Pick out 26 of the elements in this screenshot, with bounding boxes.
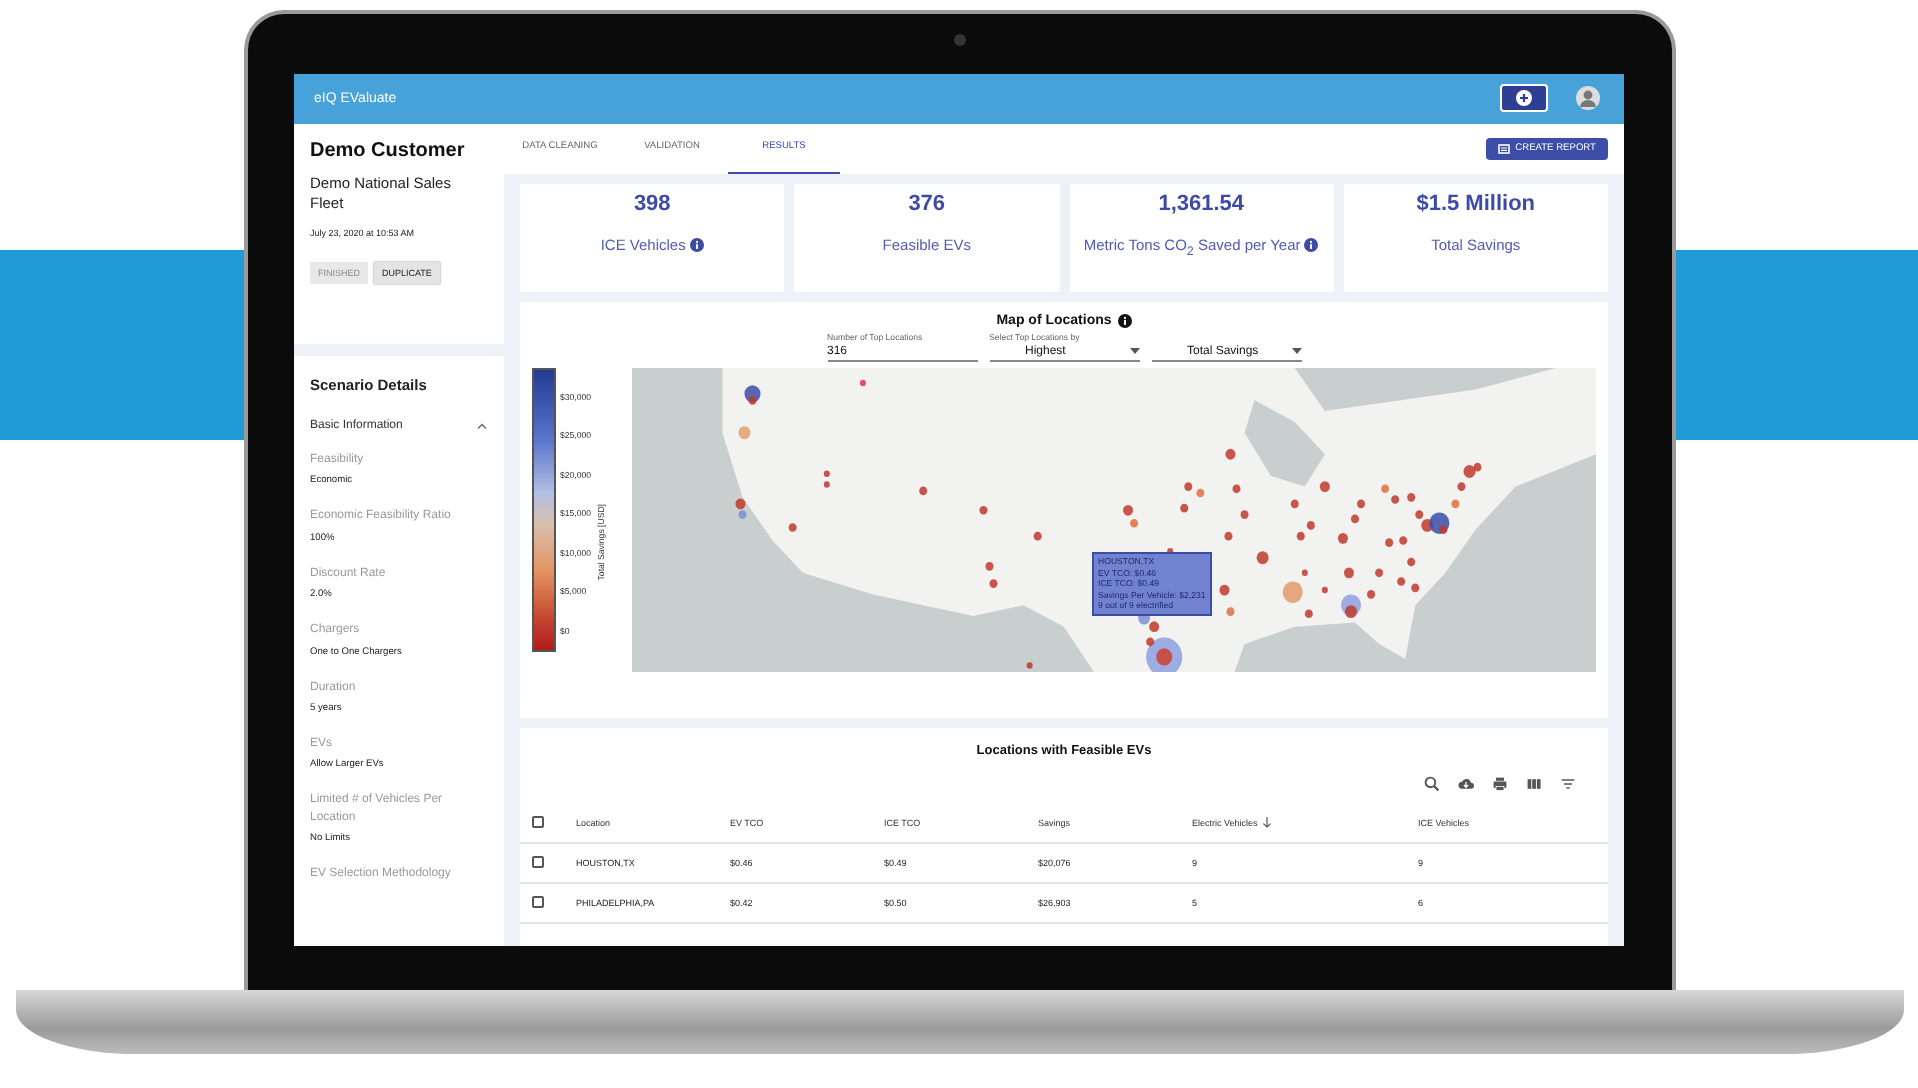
caret-icon[interactable] xyxy=(1129,348,1139,355)
info-icon[interactable] xyxy=(1304,237,1319,252)
print-icon[interactable] xyxy=(1492,775,1508,792)
customer-name: Demo Customer xyxy=(310,139,467,162)
select-all-checkbox[interactable] xyxy=(532,816,544,829)
columns-icon[interactable] xyxy=(1526,775,1542,792)
cloud-download-icon[interactable] xyxy=(1458,775,1474,792)
plus-icon xyxy=(1516,90,1532,107)
camera-icon xyxy=(953,34,965,46)
document-icon xyxy=(1497,143,1510,154)
avatar-icon[interactable] xyxy=(1576,86,1600,111)
stat-value: $1.5 Million xyxy=(1416,191,1536,216)
stat-value: 1,361.54 xyxy=(1158,191,1245,216)
add-button[interactable] xyxy=(1500,84,1548,113)
filter-icon[interactable] xyxy=(1560,775,1576,792)
sort-arrow-icon[interactable] xyxy=(1261,816,1272,829)
row-checkbox[interactable] xyxy=(532,896,544,909)
chevron-icon[interactable] xyxy=(476,421,488,430)
search-icon[interactable] xyxy=(1424,775,1440,792)
map-drawing[interactable] xyxy=(632,367,1596,672)
row-checkbox[interactable] xyxy=(532,856,544,869)
stat-value: 376 xyxy=(908,191,946,216)
info-icon[interactable] xyxy=(689,237,704,252)
stat-value: 398 xyxy=(633,191,671,216)
info-icon[interactable] xyxy=(1117,313,1132,328)
caret-icon[interactable] xyxy=(1291,348,1301,355)
